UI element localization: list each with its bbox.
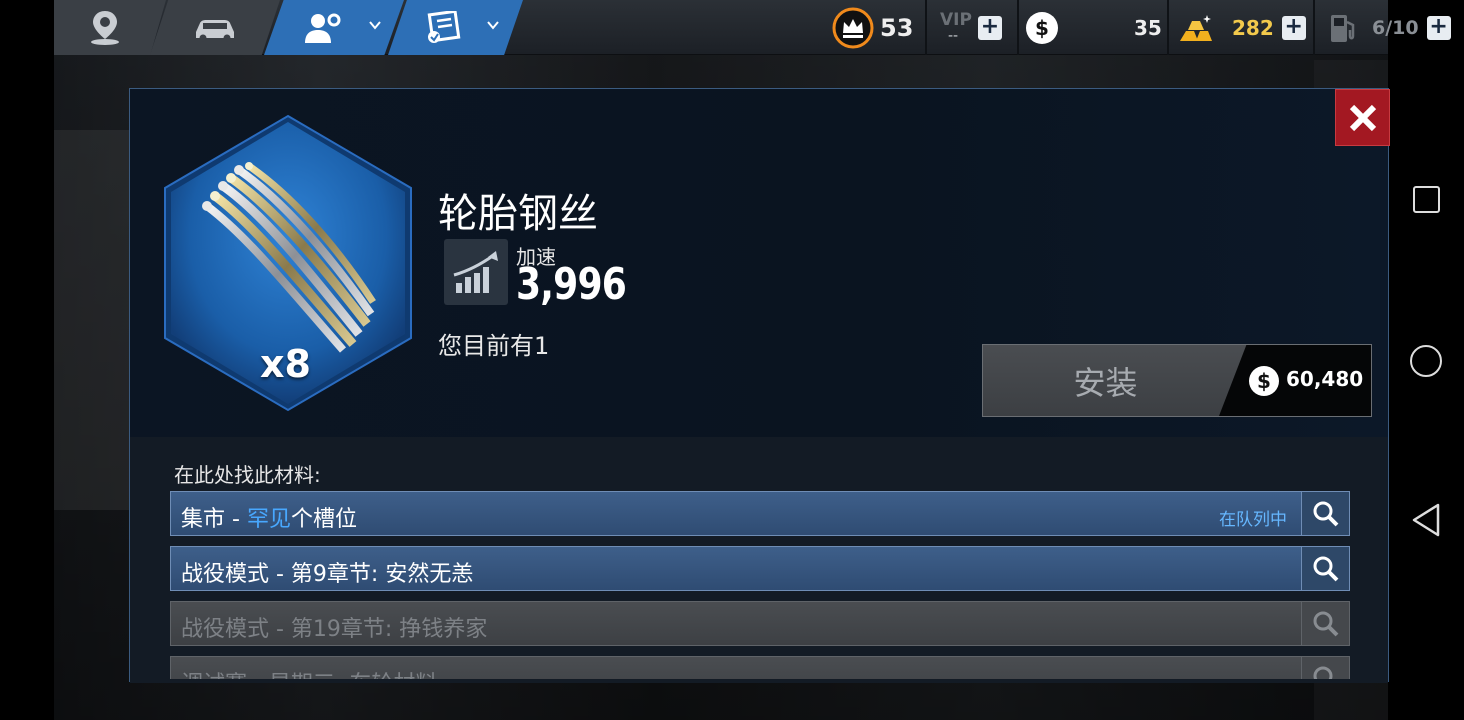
source-search-button[interactable]: [1301, 492, 1349, 535]
background-wall: [54, 130, 129, 510]
divider: [1313, 0, 1315, 55]
profile-settings-icon: [305, 13, 341, 43]
tab-profile[interactable]: [264, 0, 404, 55]
cash-balance[interactable]: $ 35: [1026, 0, 1162, 55]
vip-label: VIP: [940, 10, 972, 30]
car-icon: [196, 19, 234, 41]
crown-level-value: 53: [880, 13, 914, 42]
tab-map[interactable]: [54, 0, 166, 55]
search-icon: [1313, 611, 1338, 636]
back-button[interactable]: [1410, 503, 1442, 537]
source-search-button[interactable]: [1301, 547, 1349, 590]
divider: [925, 0, 927, 55]
recent-apps-button[interactable]: [1413, 186, 1440, 213]
dollar-coin-icon: $: [1249, 366, 1279, 396]
gold-add-button[interactable]: +: [1281, 15, 1306, 40]
find-material-label: 在此处找此材料:: [174, 463, 321, 487]
gold-value: 282: [1232, 15, 1274, 40]
acceleration-stat-icon: [444, 239, 508, 305]
owned-count: 您目前有1: [438, 332, 550, 360]
install-button[interactable]: 安装 $ 60,480: [982, 344, 1372, 417]
search-icon: [1313, 501, 1338, 526]
gold-bars-icon: [1180, 14, 1212, 41]
dollar-coin-icon: $: [1026, 11, 1058, 44]
source-search-button[interactable]: [1301, 657, 1349, 679]
vip-value: --: [948, 28, 959, 44]
source-text: 战役模式 - 第19章节: 挣钱养家: [181, 617, 488, 642]
source-text: 调试赛 - 星期三: 车轮材料: [181, 666, 437, 679]
material-detail-dialog: x8 轮胎钢丝 加速 3,996 您目前有1 安装 $ 60,480 在此处找此…: [129, 88, 1390, 683]
divider: [1017, 0, 1019, 55]
item-name: 轮胎钢丝: [438, 191, 598, 237]
fuel-status[interactable]: 6/10 +: [1328, 0, 1451, 55]
item-quantity: x8: [260, 342, 311, 386]
vip-status[interactable]: VIP -- +: [938, 0, 1002, 55]
crown-level[interactable]: 53: [832, 0, 913, 55]
install-price: $ 60,480: [1219, 345, 1371, 416]
material-source-list[interactable]: 集市 - 罕见个槽位 在队列中 战役模式 - 第9章节: 安然无恙 战役模式 -…: [170, 491, 1350, 679]
source-row-campaign-ch19[interactable]: 战役模式 - 第19章节: 挣钱养家: [170, 601, 1350, 646]
source-row-market[interactable]: 集市 - 罕见个槽位 在队列中: [170, 491, 1350, 536]
map-pin-icon: [91, 10, 119, 45]
chevron-down-icon[interactable]: [368, 18, 382, 32]
install-price-value: 60,480: [1286, 367, 1364, 391]
vip-add-button[interactable]: +: [978, 15, 1002, 40]
stat-value: 3,996: [516, 259, 627, 310]
search-icon: [1313, 666, 1332, 679]
cash-value: 35: [1134, 15, 1162, 40]
source-text: 集市 - 罕见个槽位: [181, 507, 357, 532]
source-row-trial-wednesday[interactable]: 调试赛 - 星期三: 车轮材料: [170, 656, 1350, 679]
tab-tasks[interactable]: [388, 0, 523, 55]
fuel-value: 6/10: [1372, 16, 1419, 39]
gold-balance[interactable]: 282 +: [1178, 0, 1306, 55]
crown-icon: [832, 7, 874, 48]
home-button[interactable]: [1410, 345, 1442, 377]
search-icon: [1313, 556, 1338, 581]
chevron-down-icon[interactable]: [486, 18, 500, 32]
source-row-campaign-ch9[interactable]: 战役模式 - 第9章节: 安然无恙: [170, 546, 1350, 591]
source-text: 战役模式 - 第9章节: 安然无恙: [181, 562, 474, 587]
close-icon: [1349, 104, 1376, 131]
checklist-icon: [427, 10, 460, 43]
divider: [1167, 0, 1169, 55]
source-search-button[interactable]: [1301, 602, 1349, 645]
tab-garage[interactable]: [150, 0, 280, 55]
fuel-pump-icon: [1331, 14, 1355, 42]
close-button[interactable]: [1335, 89, 1390, 146]
fuel-add-button[interactable]: +: [1426, 15, 1451, 40]
top-resource-bar: 53 VIP -- + $ 35 282 + 6/10 +: [54, 0, 1451, 55]
install-label: 安装: [1073, 363, 1138, 402]
source-status: 在队列中: [1219, 510, 1287, 530]
